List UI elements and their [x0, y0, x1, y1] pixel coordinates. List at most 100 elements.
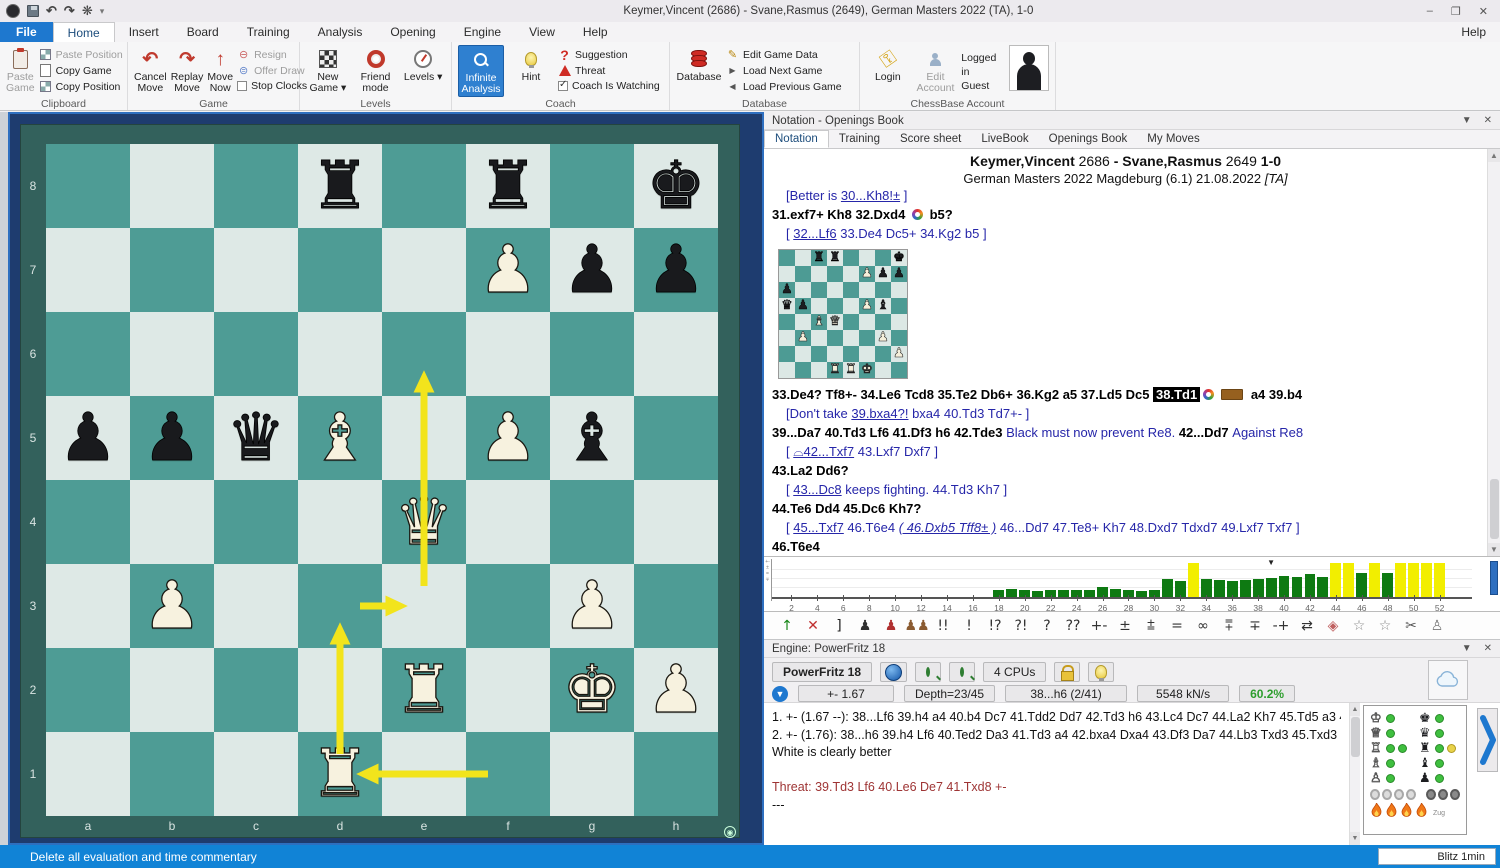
move-text[interactable]: 32...Lf6 — [793, 226, 836, 241]
menu-tab-opening[interactable]: Opening — [376, 22, 449, 42]
board-square-a8[interactable] — [46, 144, 130, 228]
move-text[interactable]: 43.La2 Dd6? — [772, 463, 849, 478]
engine-scrollbar[interactable]: ▲ ▼ — [1349, 703, 1360, 845]
board-square-a2[interactable] — [46, 648, 130, 732]
load-previous-game-button[interactable]: ◀ Load Previous Game — [726, 80, 842, 93]
board-square-g5[interactable]: ♝ — [550, 396, 634, 480]
board-square-g7[interactable]: ♟ — [550, 228, 634, 312]
eval-bar-move-51[interactable] — [1421, 563, 1432, 597]
annotation-symbol-25[interactable]: ♙ — [1424, 618, 1450, 634]
annotation-symbol-21[interactable]: ◈ — [1320, 618, 1346, 634]
redo-icon[interactable]: ↷ — [64, 2, 75, 20]
move-text[interactable]: ( 46.Dxb5 Tff8± ) — [899, 520, 996, 535]
close-button[interactable]: ✕ — [1479, 5, 1488, 18]
chess-piece-a5[interactable]: ♟ — [46, 396, 130, 480]
board-square-g6[interactable] — [550, 312, 634, 396]
move-text[interactable]: keeps fighting. 44.Td3 Kh7 ] — [842, 482, 1008, 497]
board-square-b6[interactable] — [130, 312, 214, 396]
board-square-d5[interactable]: ♝ — [298, 396, 382, 480]
board-square-b7[interactable] — [130, 228, 214, 312]
friend-mode-button[interactable]: Friend mode — [354, 45, 398, 97]
eval-bar-move-44[interactable] — [1330, 563, 1341, 597]
board-square-e8[interactable] — [382, 144, 466, 228]
board-square-g2[interactable]: ♚ — [550, 648, 634, 732]
notation-line[interactable]: 31.exf7+ Kh8 32.Dxd4 b5? — [764, 205, 1487, 224]
stop-clocks-checkbox[interactable]: Stop Clocks — [237, 80, 307, 92]
tab-notation[interactable]: Notation — [764, 130, 829, 148]
board-square-h4[interactable] — [634, 480, 718, 564]
maximize-button[interactable]: ❐ — [1451, 5, 1461, 18]
annotation-symbol-14[interactable]: ⩲ — [1138, 618, 1164, 634]
chess-piece-f7[interactable]: ♟ — [466, 228, 550, 312]
annotation-symbol-4[interactable]: ♟ — [878, 618, 904, 634]
board-square-e1[interactable] — [382, 732, 466, 816]
move-text[interactable]: ⌓42...Txf7 — [793, 444, 854, 459]
coach-is-watching-checkbox[interactable]: Coach Is Watching — [558, 80, 660, 92]
eval-bar-move-49[interactable] — [1395, 563, 1406, 597]
evaluation-chart[interactable]: +-±=∓ 2468101214161820222426283032343638… — [764, 556, 1500, 612]
tab-openings-book[interactable]: Openings Book — [1039, 130, 1138, 148]
offer-draw-button[interactable]: ⊜ Offer Draw — [237, 64, 307, 77]
eval-bar-move-52[interactable] — [1434, 563, 1445, 597]
board-square-e3[interactable] — [382, 564, 466, 648]
new-game-button[interactable]: New Game ▾ — [306, 45, 350, 97]
eval-bar-move-42[interactable] — [1305, 574, 1316, 597]
move-text[interactable]: 46.T6e4 — [844, 520, 899, 535]
chart-plot[interactable]: 2468101214161820222426283032343638404244… — [772, 559, 1472, 601]
move-text[interactable]: Black must now prevent Re8. — [1006, 425, 1179, 440]
help-link-top[interactable]: Help — [1461, 22, 1500, 42]
move-text[interactable]: 46...Dd7 47.Te8+ Kh7 48.Dxd7 Tdxd7 49.Lx… — [996, 520, 1299, 535]
chess-piece-f8[interactable]: ♜ — [466, 144, 550, 228]
avatar[interactable] — [1009, 45, 1049, 91]
eval-bar-move-35[interactable] — [1214, 580, 1225, 597]
eval-bar-move-31[interactable] — [1162, 579, 1173, 597]
board-square-a6[interactable] — [46, 312, 130, 396]
engine-scroll-up-icon[interactable]: ▲ — [1350, 703, 1360, 716]
move-text[interactable]: [Better is — [786, 188, 841, 203]
eval-bar-move-50[interactable] — [1408, 563, 1419, 597]
expand-panel-button[interactable] — [1477, 708, 1498, 772]
board-square-g3[interactable]: ♟ — [550, 564, 634, 648]
notation-content[interactable]: Keymer,Vincent 2686 - Svane,Rasmus 2649 … — [764, 149, 1487, 556]
load-next-game-button[interactable]: ▶ Load Next Game — [726, 64, 842, 77]
annotation-symbol-2[interactable]: ] — [826, 618, 852, 634]
eval-bar-move-27[interactable] — [1110, 589, 1121, 597]
annotation-symbol-8[interactable]: !? — [982, 618, 1008, 634]
annotation-symbol-22[interactable]: ☆ — [1346, 618, 1372, 634]
chess-piece-h8[interactable]: ♚ — [634, 144, 718, 228]
engine-line-1[interactable]: 1. +- (1.67 --): 38...Lf6 39.h4 a4 40.b4… — [772, 709, 1341, 727]
board-square-f4[interactable] — [466, 480, 550, 564]
move-text[interactable]: 31.exf7+ Kh8 32.Dxd4 — [772, 207, 909, 222]
board-square-c7[interactable] — [214, 228, 298, 312]
eval-bar-move-25[interactable] — [1084, 590, 1095, 597]
board-square-c4[interactable] — [214, 480, 298, 564]
next-best-icon[interactable]: ▼ — [772, 686, 788, 702]
eval-bar-move-29[interactable] — [1136, 591, 1147, 597]
move-text[interactable]: 42...Dd7 — [1179, 425, 1232, 440]
notation-close-icon[interactable]: ✕ — [1484, 115, 1492, 126]
notation-line[interactable]: [ ⌓42...Txf7 43.Lxf7 Dxf7 ] — [764, 442, 1487, 461]
board-square-h8[interactable]: ♚ — [634, 144, 718, 228]
chess-piece-e2[interactable]: ♜ — [382, 648, 466, 732]
chess-piece-d8[interactable]: ♜ — [298, 144, 382, 228]
chess-piece-g3[interactable]: ♟ — [550, 564, 634, 648]
eval-bar-move-39[interactable] — [1266, 578, 1277, 597]
menu-tab-training[interactable]: Training — [233, 22, 304, 42]
annotation-symbol-6[interactable]: !! — [930, 618, 956, 634]
board-square-d4[interactable] — [298, 480, 382, 564]
move-text[interactable]: 39...Da7 40.Td3 Lf6 41.Df3 h6 42.Tde3 — [772, 425, 1006, 440]
tab-livebook[interactable]: LiveBook — [971, 130, 1038, 148]
resign-button[interactable]: ⊖ Resign — [237, 48, 307, 61]
cancel-move-button[interactable]: ↶ Cancel Move — [134, 45, 167, 97]
engine-record-button[interactable] — [880, 662, 907, 682]
board-square-b8[interactable] — [130, 144, 214, 228]
menu-tab-board[interactable]: Board — [173, 22, 233, 42]
levels-button[interactable]: Levels ▾ — [401, 45, 445, 97]
chess-board[interactable]: ♜♜♚♟♟♟♟♟♛♝♟♝♛♟♟♜♚♟♜ — [46, 144, 718, 816]
paste-game-button[interactable]: Paste Game — [6, 45, 35, 97]
scroll-down-icon[interactable]: ▼ — [1488, 543, 1500, 556]
annotation-symbol-15[interactable]: = — [1164, 618, 1190, 634]
board-square-b3[interactable]: ♟ — [130, 564, 214, 648]
notation-scrollbar[interactable]: ▲ ▼ — [1487, 149, 1500, 556]
board-square-b2[interactable] — [130, 648, 214, 732]
